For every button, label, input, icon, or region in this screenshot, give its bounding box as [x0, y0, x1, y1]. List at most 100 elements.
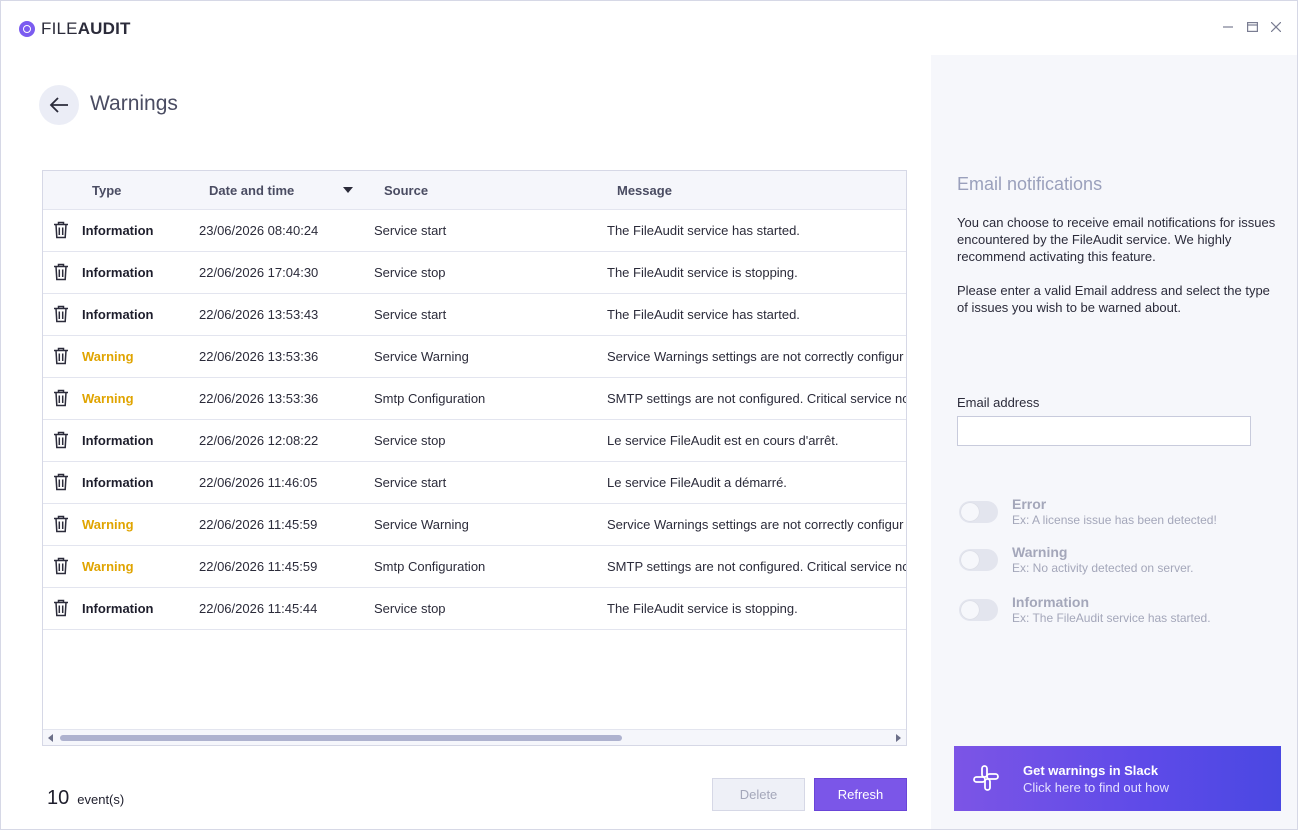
email-input[interactable] [957, 416, 1251, 446]
cell-type: Information [82, 223, 154, 238]
cell-message: SMTP settings are not configured. Critic… [607, 559, 907, 574]
table-row[interactable]: Information 22/06/2026 11:45:44 Service st… [43, 588, 906, 630]
table-row[interactable]: Information 22/06/2026 17:04:30 Service st… [43, 252, 906, 294]
panel-description: You can choose to receive email notifica… [957, 215, 1276, 264]
toggle-title: Warning [1012, 544, 1068, 560]
trash-icon[interactable] [53, 263, 69, 281]
fileaudit-logo-icon [19, 21, 35, 37]
cell-message: The FileAudit service has started. [607, 223, 800, 238]
cell-date: 22/06/2026 13:53:36 [199, 349, 319, 364]
table-row[interactable]: Information 22/06/2026 12:08:22 Service st… [43, 420, 906, 462]
trash-icon[interactable] [53, 347, 69, 365]
cell-date: 22/06/2026 13:53:43 [199, 307, 319, 322]
slack-banner[interactable]: Get warnings in Slack Click here to find… [954, 746, 1281, 811]
cell-date: 22/06/2026 11:46:05 [199, 475, 318, 490]
cell-date: 22/06/2026 11:45:44 [199, 601, 318, 616]
column-header-type[interactable]: Type [92, 183, 121, 198]
scroll-left-icon[interactable] [48, 734, 53, 742]
table-body: Information 23/06/2026 08:40:24 Service st… [43, 210, 906, 630]
table-row[interactable]: Warning 22/06/2026 11:45:59 Service Warnin… [43, 504, 906, 546]
email-label: Email address [957, 395, 1040, 410]
email-notifications-panel: Email notifications You can choose to re… [931, 55, 1297, 829]
information-toggle[interactable] [959, 599, 998, 621]
event-count-number: 10 [47, 787, 70, 809]
error-toggle[interactable] [959, 501, 998, 523]
panel-title: Email notifications [957, 174, 1103, 194]
slack-icon [973, 765, 999, 791]
cell-date: 22/06/2026 11:45:59 [199, 517, 318, 532]
table-row[interactable]: Information 23/06/2026 08:40:24 Service st… [43, 210, 906, 252]
cell-type: Warning [82, 349, 134, 364]
trash-icon[interactable] [53, 515, 69, 533]
toggle-example: Ex: A license issue has been detected! [1012, 513, 1217, 527]
trash-icon[interactable] [53, 221, 69, 239]
cell-type: Information [82, 265, 154, 280]
toggle-example: Ex: No activity detected on server. [1012, 561, 1194, 575]
cell-message: The FileAudit service has started. [607, 307, 800, 322]
column-header-date[interactable]: Date and time [209, 183, 294, 198]
window-controls [1221, 19, 1283, 35]
app-logo: FILEAUDIT [19, 19, 131, 39]
maximize-icon[interactable] [1245, 19, 1259, 35]
cell-date: 22/06/2026 13:53:36 [199, 391, 319, 406]
cell-source: Service start [374, 475, 447, 490]
sort-descending-icon[interactable] [343, 187, 353, 193]
trash-icon[interactable] [53, 557, 69, 575]
cell-source: Service start [374, 307, 447, 322]
toggle-example: Ex: The FileAudit service has started. [1012, 611, 1211, 625]
cell-message: Le service FileAudit est en cours d'arrê… [607, 433, 839, 448]
arrow-left-icon [49, 97, 68, 113]
cell-date: 22/06/2026 17:04:30 [199, 265, 319, 280]
title-bar: FILEAUDIT [1, 1, 1297, 55]
trash-icon[interactable] [53, 305, 69, 323]
cell-source: Service stop [374, 433, 446, 448]
cell-message: Le service FileAudit a démarré. [607, 475, 787, 490]
cell-type: Information [82, 307, 154, 322]
cell-message: Service Warnings settings are not correc… [607, 349, 904, 364]
table-row[interactable]: Warning 22/06/2026 13:53:36 Smtp Configura… [43, 378, 906, 420]
close-icon[interactable] [1269, 19, 1283, 35]
minimize-icon[interactable] [1221, 19, 1235, 35]
cell-source: Service Warning [374, 349, 469, 364]
scrollbar-thumb[interactable] [60, 735, 622, 741]
cell-source: Service stop [374, 601, 446, 616]
column-header-source[interactable]: Source [384, 183, 428, 198]
trash-icon[interactable] [53, 389, 69, 407]
cell-source: Service start [374, 223, 447, 238]
table-row[interactable]: Warning 22/06/2026 13:53:36 Service Warnin… [43, 336, 906, 378]
trash-icon[interactable] [53, 473, 69, 491]
column-header-message[interactable]: Message [617, 183, 672, 198]
cell-type: Information [82, 475, 154, 490]
cell-source: Smtp Configuration [374, 391, 486, 406]
event-count: 10 event(s) [47, 787, 124, 810]
trash-icon[interactable] [53, 431, 69, 449]
cell-date: 23/06/2026 08:40:24 [199, 223, 319, 238]
table-header: Type Date and time Source Message [43, 171, 906, 210]
event-count-label: event(s) [77, 792, 125, 807]
back-button[interactable] [39, 85, 79, 125]
cell-message: SMTP settings are not configured. Critic… [607, 391, 907, 406]
cell-source: Service stop [374, 265, 446, 280]
horizontal-scrollbar[interactable] [43, 729, 906, 745]
refresh-button[interactable]: Refresh [814, 778, 907, 811]
warning-toggle[interactable] [959, 549, 998, 571]
warnings-table: Type Date and time Source Message Inform… [42, 170, 907, 746]
scroll-right-icon[interactable] [896, 734, 901, 742]
table-row[interactable]: Warning 22/06/2026 11:45:59 Smtp Configura… [43, 546, 906, 588]
panel-instructions: Please enter a valid Email address and s… [957, 283, 1270, 315]
cell-date: 22/06/2026 11:45:59 [199, 559, 318, 574]
page-title: Warnings [90, 92, 178, 115]
toggle-title: Information [1012, 594, 1089, 610]
cell-type: Information [82, 601, 154, 616]
cell-source: Service Warning [374, 517, 469, 532]
slack-title: Get warnings in Slack [1023, 763, 1159, 778]
table-row[interactable]: Information 22/06/2026 11:46:05 Service st… [43, 462, 906, 504]
cell-type: Warning [82, 391, 134, 406]
app-window: FILEAUDIT Warnings Type Date and time So [0, 0, 1298, 830]
table-row[interactable]: Information 22/06/2026 13:53:43 Service st… [43, 294, 906, 336]
trash-icon[interactable] [53, 599, 69, 617]
cell-type: Information [82, 433, 154, 448]
delete-button[interactable]: Delete [712, 778, 805, 811]
cell-message: The FileAudit service is stopping. [607, 265, 798, 280]
cell-type: Warning [82, 559, 134, 574]
